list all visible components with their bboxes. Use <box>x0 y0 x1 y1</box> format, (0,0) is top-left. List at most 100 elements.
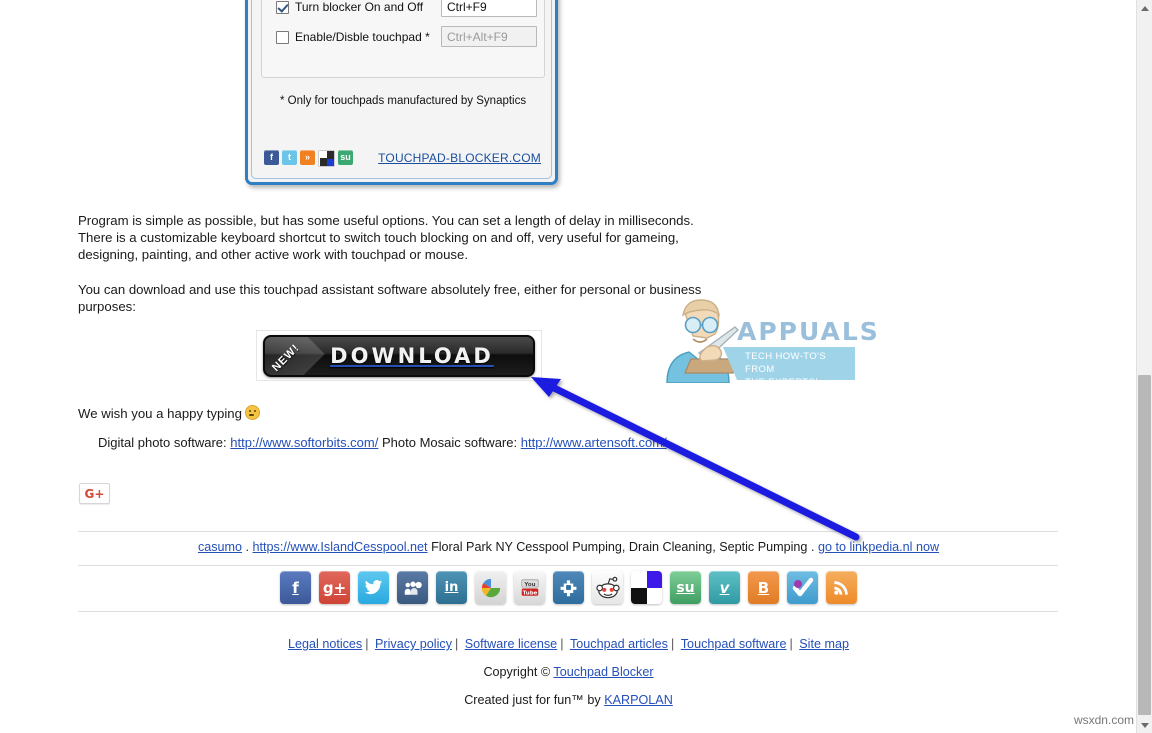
youtube-glyph: You Tube <box>520 578 539 596</box>
delicious-quadrant-br <box>646 587 662 604</box>
appuals-tagline-line1: TECH HOW-TO'S FROM <box>745 351 827 375</box>
footer-link-software-license[interactable]: Software license <box>465 637 557 651</box>
delicious-icon[interactable] <box>631 571 662 604</box>
page-canvas: Beep when click is blocked Clicks blocke… <box>0 0 1137 733</box>
touchpad-blocker-app-window: Beep when click is blocked Clicks blocke… <box>245 0 558 185</box>
facebook-icon[interactable]: f <box>264 150 279 165</box>
stumbleupon-icon[interactable]: su <box>670 571 701 604</box>
reddit-icon[interactable] <box>592 571 623 604</box>
turn-blocker-checkbox[interactable] <box>276 0 289 14</box>
smiley-icon <box>244 405 260 420</box>
svg-text:Tube: Tube <box>522 590 537 596</box>
delicious-icon[interactable] <box>318 150 335 167</box>
turn-blocker-shortcut-input[interactable]: Ctrl+F9 <box>441 0 537 17</box>
footer-link-legal-notices[interactable]: Legal notices <box>288 637 362 651</box>
technorati-icon[interactable] <box>787 571 818 604</box>
google-plus-share-button[interactable]: G+ <box>79 483 110 504</box>
google-plus-label: G+ <box>84 486 105 501</box>
reddit-alien-glyph <box>595 576 620 598</box>
enable-touchpad-checkbox[interactable] <box>276 30 289 44</box>
vimeo-icon[interactable]: v <box>709 571 740 604</box>
ad-dot-1: . <box>245 540 250 554</box>
delicious-quadrant-bl <box>631 587 647 604</box>
footer-link-touchpad-software[interactable]: Touchpad software <box>681 637 787 651</box>
footer-link-site-map[interactable]: Site map <box>799 637 849 651</box>
blogger-icon[interactable]: B <box>748 571 779 604</box>
page-scrollbar[interactable] <box>1136 0 1152 733</box>
enable-touchpad-option-row[interactable]: Enable/Disble touchpad * <box>276 30 430 44</box>
app-window-inner: Beep when click is blocked Clicks blocke… <box>251 0 552 179</box>
social-share-row: f g+ in You Tube su v B <box>0 571 1137 604</box>
enable-touchpad-label: Enable/Disble touchpad * <box>295 30 430 44</box>
copyright-prefix: Copyright © <box>483 665 551 679</box>
footer-sep-5: | <box>789 637 793 651</box>
scroll-down-arrow[interactable] <box>1137 717 1152 733</box>
karpolan-link[interactable]: KARPOLAN <box>604 693 673 707</box>
ad-links-line: casumo . https://www.IslandCesspool.net … <box>0 540 1137 554</box>
credits-prefix: Created just for fun™ by <box>464 693 601 707</box>
digital-photo-label: Digital photo software: <box>98 435 227 450</box>
touchpad-blocker-site-link[interactable]: TOUCHPAD-BLOCKER.COM <box>378 151 541 165</box>
happy-typing-line: We wish you a happy typing <box>78 405 260 421</box>
appuals-tagline-line2: THE EXPERTS! <box>745 377 819 388</box>
keyboard-shortcuts-group: Keyboard shortcuts Turn blocker On and O… <box>261 0 545 107</box>
check-glyph <box>792 577 813 596</box>
footer-credits: Created just for fun™ by KARPOLAN <box>0 693 1137 707</box>
myspace-glyph <box>404 581 422 595</box>
appuals-watermark: APPUALS TECH HOW-TO'S FROM THE EXPERTS! <box>655 295 878 388</box>
googleplus-icon[interactable]: g+ <box>319 571 350 604</box>
linkpedia-link[interactable]: go to linkpedia.nl now <box>818 540 939 554</box>
rss-waves-glyph <box>834 581 848 595</box>
youtube-icon[interactable]: You Tube <box>514 571 545 604</box>
footer-sep-4: | <box>670 637 675 651</box>
twitter-bird-glyph <box>364 580 383 595</box>
download-button-label: DOWNLOAD <box>330 343 494 368</box>
picasa-glyph <box>481 578 500 597</box>
myspace-icon[interactable] <box>397 571 428 604</box>
digg-glyph <box>560 580 577 597</box>
footer-sep-2: | <box>455 637 459 651</box>
appuals-title: APPUALS <box>737 317 880 346</box>
ad-dot-2: . <box>810 540 815 554</box>
scroll-up-arrow[interactable] <box>1137 0 1152 16</box>
footer-nav: Legal notices | Privacy policy | Software … <box>0 637 1137 651</box>
app-social-icons: f t » su <box>264 150 353 167</box>
svg-text:You: You <box>523 581 535 587</box>
footer-copyright: Copyright © Touchpad Blocker <box>0 665 1137 679</box>
twitter-icon[interactable]: t <box>282 150 297 165</box>
intro-paragraph-1: Program is simple as possible, but has s… <box>78 213 694 262</box>
islandcesspool-link[interactable]: https://www.IslandCesspool.net <box>253 540 428 554</box>
enable-touchpad-shortcut-input[interactable]: Ctrl+Alt+F9 <box>441 26 537 47</box>
divider-below-social <box>78 611 1058 612</box>
softorbits-link[interactable]: http://www.softorbits.com/ <box>230 435 378 450</box>
divider-above-ads <box>78 531 1058 532</box>
rss-icon[interactable]: » <box>300 150 315 165</box>
scrollbar-thumb[interactable] <box>1138 375 1151 715</box>
download-button[interactable]: NEW! DOWNLOAD <box>263 334 535 377</box>
facebook-icon[interactable]: f <box>280 571 311 604</box>
footer-sep-1: | <box>365 637 369 651</box>
appuals-tagline: TECH HOW-TO'S FROM THE EXPERTS! <box>723 347 855 388</box>
ad-description: Floral Park NY Cesspool Pumping, Drain C… <box>431 540 808 554</box>
footer-link-touchpad-articles[interactable]: Touchpad articles <box>570 637 668 651</box>
footer-link-privacy-policy[interactable]: Privacy policy <box>375 637 452 651</box>
footer-sep-3: | <box>560 637 564 651</box>
twitter-icon[interactable] <box>358 571 389 604</box>
linkedin-icon[interactable]: in <box>436 571 467 604</box>
happy-typing-text: We wish you a happy typing <box>78 406 242 421</box>
picasa-icon[interactable] <box>475 571 506 604</box>
touchpad-blocker-link[interactable]: Touchpad Blocker <box>553 665 653 679</box>
artensoft-link[interactable]: http://www.artensoft.com/ <box>521 435 667 450</box>
delicious-quadrant-tl <box>631 571 647 588</box>
delicious-quadrant-tr <box>646 571 662 588</box>
divider-below-ads <box>78 565 1058 566</box>
stumbleupon-icon[interactable]: su <box>338 150 353 165</box>
turn-blocker-option-row[interactable]: Turn blocker On and Off <box>276 0 423 14</box>
photo-mosaic-label: Photo Mosaic software: <box>381 435 518 450</box>
intro-paragraph-2: You can download and use this touchpad a… <box>78 282 702 314</box>
casumo-link[interactable]: casumo <box>198 540 242 554</box>
rss-icon[interactable] <box>826 571 857 604</box>
synaptics-footnote: * Only for touchpads manufactured by Syn… <box>280 95 527 107</box>
app-window-footer: f t » su TOUCHPAD-BLOCKER.COM <box>264 150 541 170</box>
digg-icon[interactable] <box>553 571 584 604</box>
